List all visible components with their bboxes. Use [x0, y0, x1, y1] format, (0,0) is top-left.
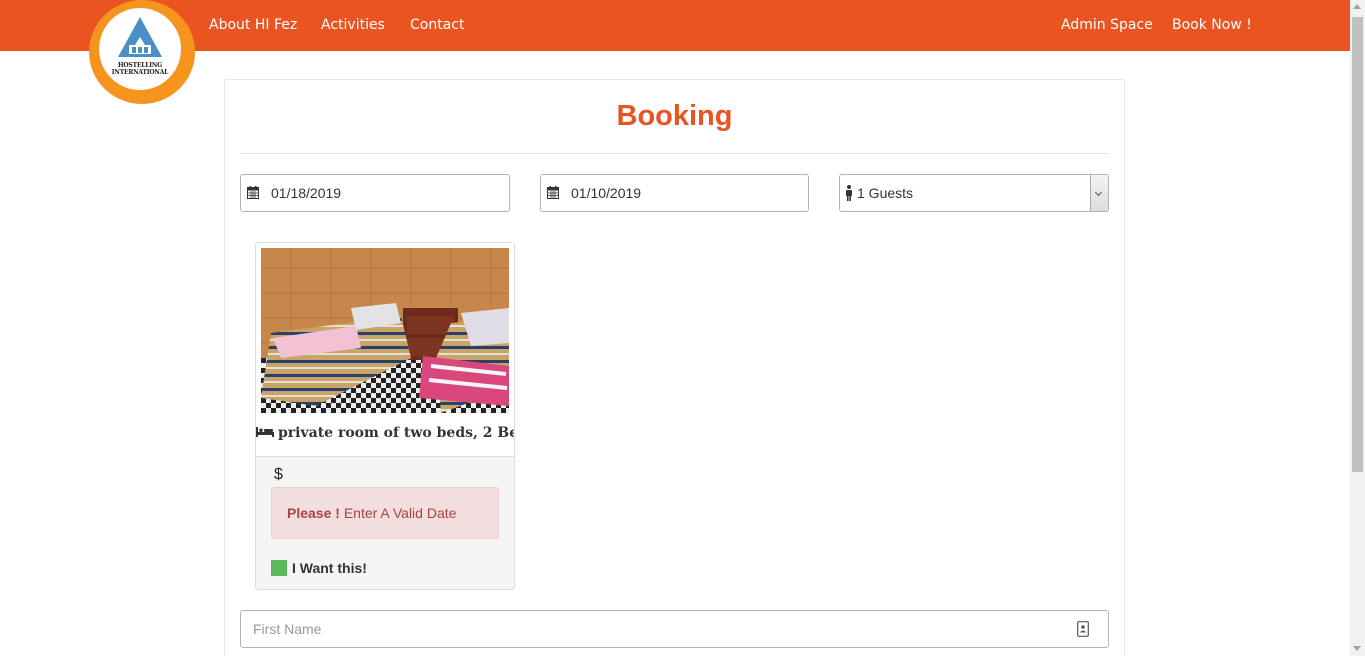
want-this-checkbox[interactable]: I Want this! [271, 560, 367, 576]
nav-activities[interactable]: Activities [321, 0, 385, 51]
calendar-icon [247, 186, 259, 199]
guests-value: 1 Guests [857, 185, 914, 201]
divider [240, 153, 1109, 154]
date-error-alert: Please ! Enter A Valid Date [271, 487, 499, 539]
calendar-icon [547, 186, 559, 199]
checkout-date-value: 01/10/2019 [571, 185, 642, 201]
hostel-triangle-icon [118, 17, 162, 57]
top-navbar: About HI Fez Activities Contact Admin Sp… [0, 0, 1350, 51]
nav-contact[interactable]: Contact [410, 0, 464, 51]
scroll-up-icon[interactable] [1353, 4, 1361, 9]
hostelling-international-logo[interactable]: HOSTELLING INTERNATIONAL [89, 0, 195, 104]
checkbox-icon[interactable] [271, 560, 287, 576]
room-card: private room of two beds, 2 Beds $ Pleas… [255, 242, 515, 590]
room-photo [261, 248, 509, 413]
first-name-input[interactable] [241, 611, 1071, 647]
logo-badge: HOSTELLING INTERNATIONAL [99, 8, 181, 90]
room-price: $ [274, 466, 283, 483]
scroll-down-icon[interactable] [1353, 646, 1361, 651]
contact-card-icon [1077, 621, 1089, 637]
room-card-header: private room of two beds, 2 Beds [256, 243, 514, 457]
guests-select[interactable]: 1 Guests [839, 174, 1109, 212]
scroll-thumb[interactable] [1352, 17, 1363, 472]
chevron-down-icon[interactable] [1090, 175, 1108, 211]
bed-icon [256, 427, 274, 437]
checkout-date-input[interactable]: 01/10/2019 [540, 174, 809, 212]
logo-text: HOSTELLING INTERNATIONAL [111, 62, 169, 76]
checkin-date-value: 01/18/2019 [271, 185, 342, 201]
page-title: Booking [616, 100, 733, 132]
nav-book-now[interactable]: Book Now ! [1172, 0, 1252, 51]
vertical-scrollbar[interactable] [1350, 0, 1365, 656]
checkin-date-input[interactable]: 01/18/2019 [240, 174, 510, 212]
room-title: private room of two beds, 2 Beds [256, 425, 514, 441]
first-name-field[interactable] [240, 610, 1109, 648]
nav-admin-space[interactable]: Admin Space [1061, 0, 1153, 51]
person-icon [846, 185, 852, 201]
nav-about[interactable]: About HI Fez [209, 0, 297, 51]
